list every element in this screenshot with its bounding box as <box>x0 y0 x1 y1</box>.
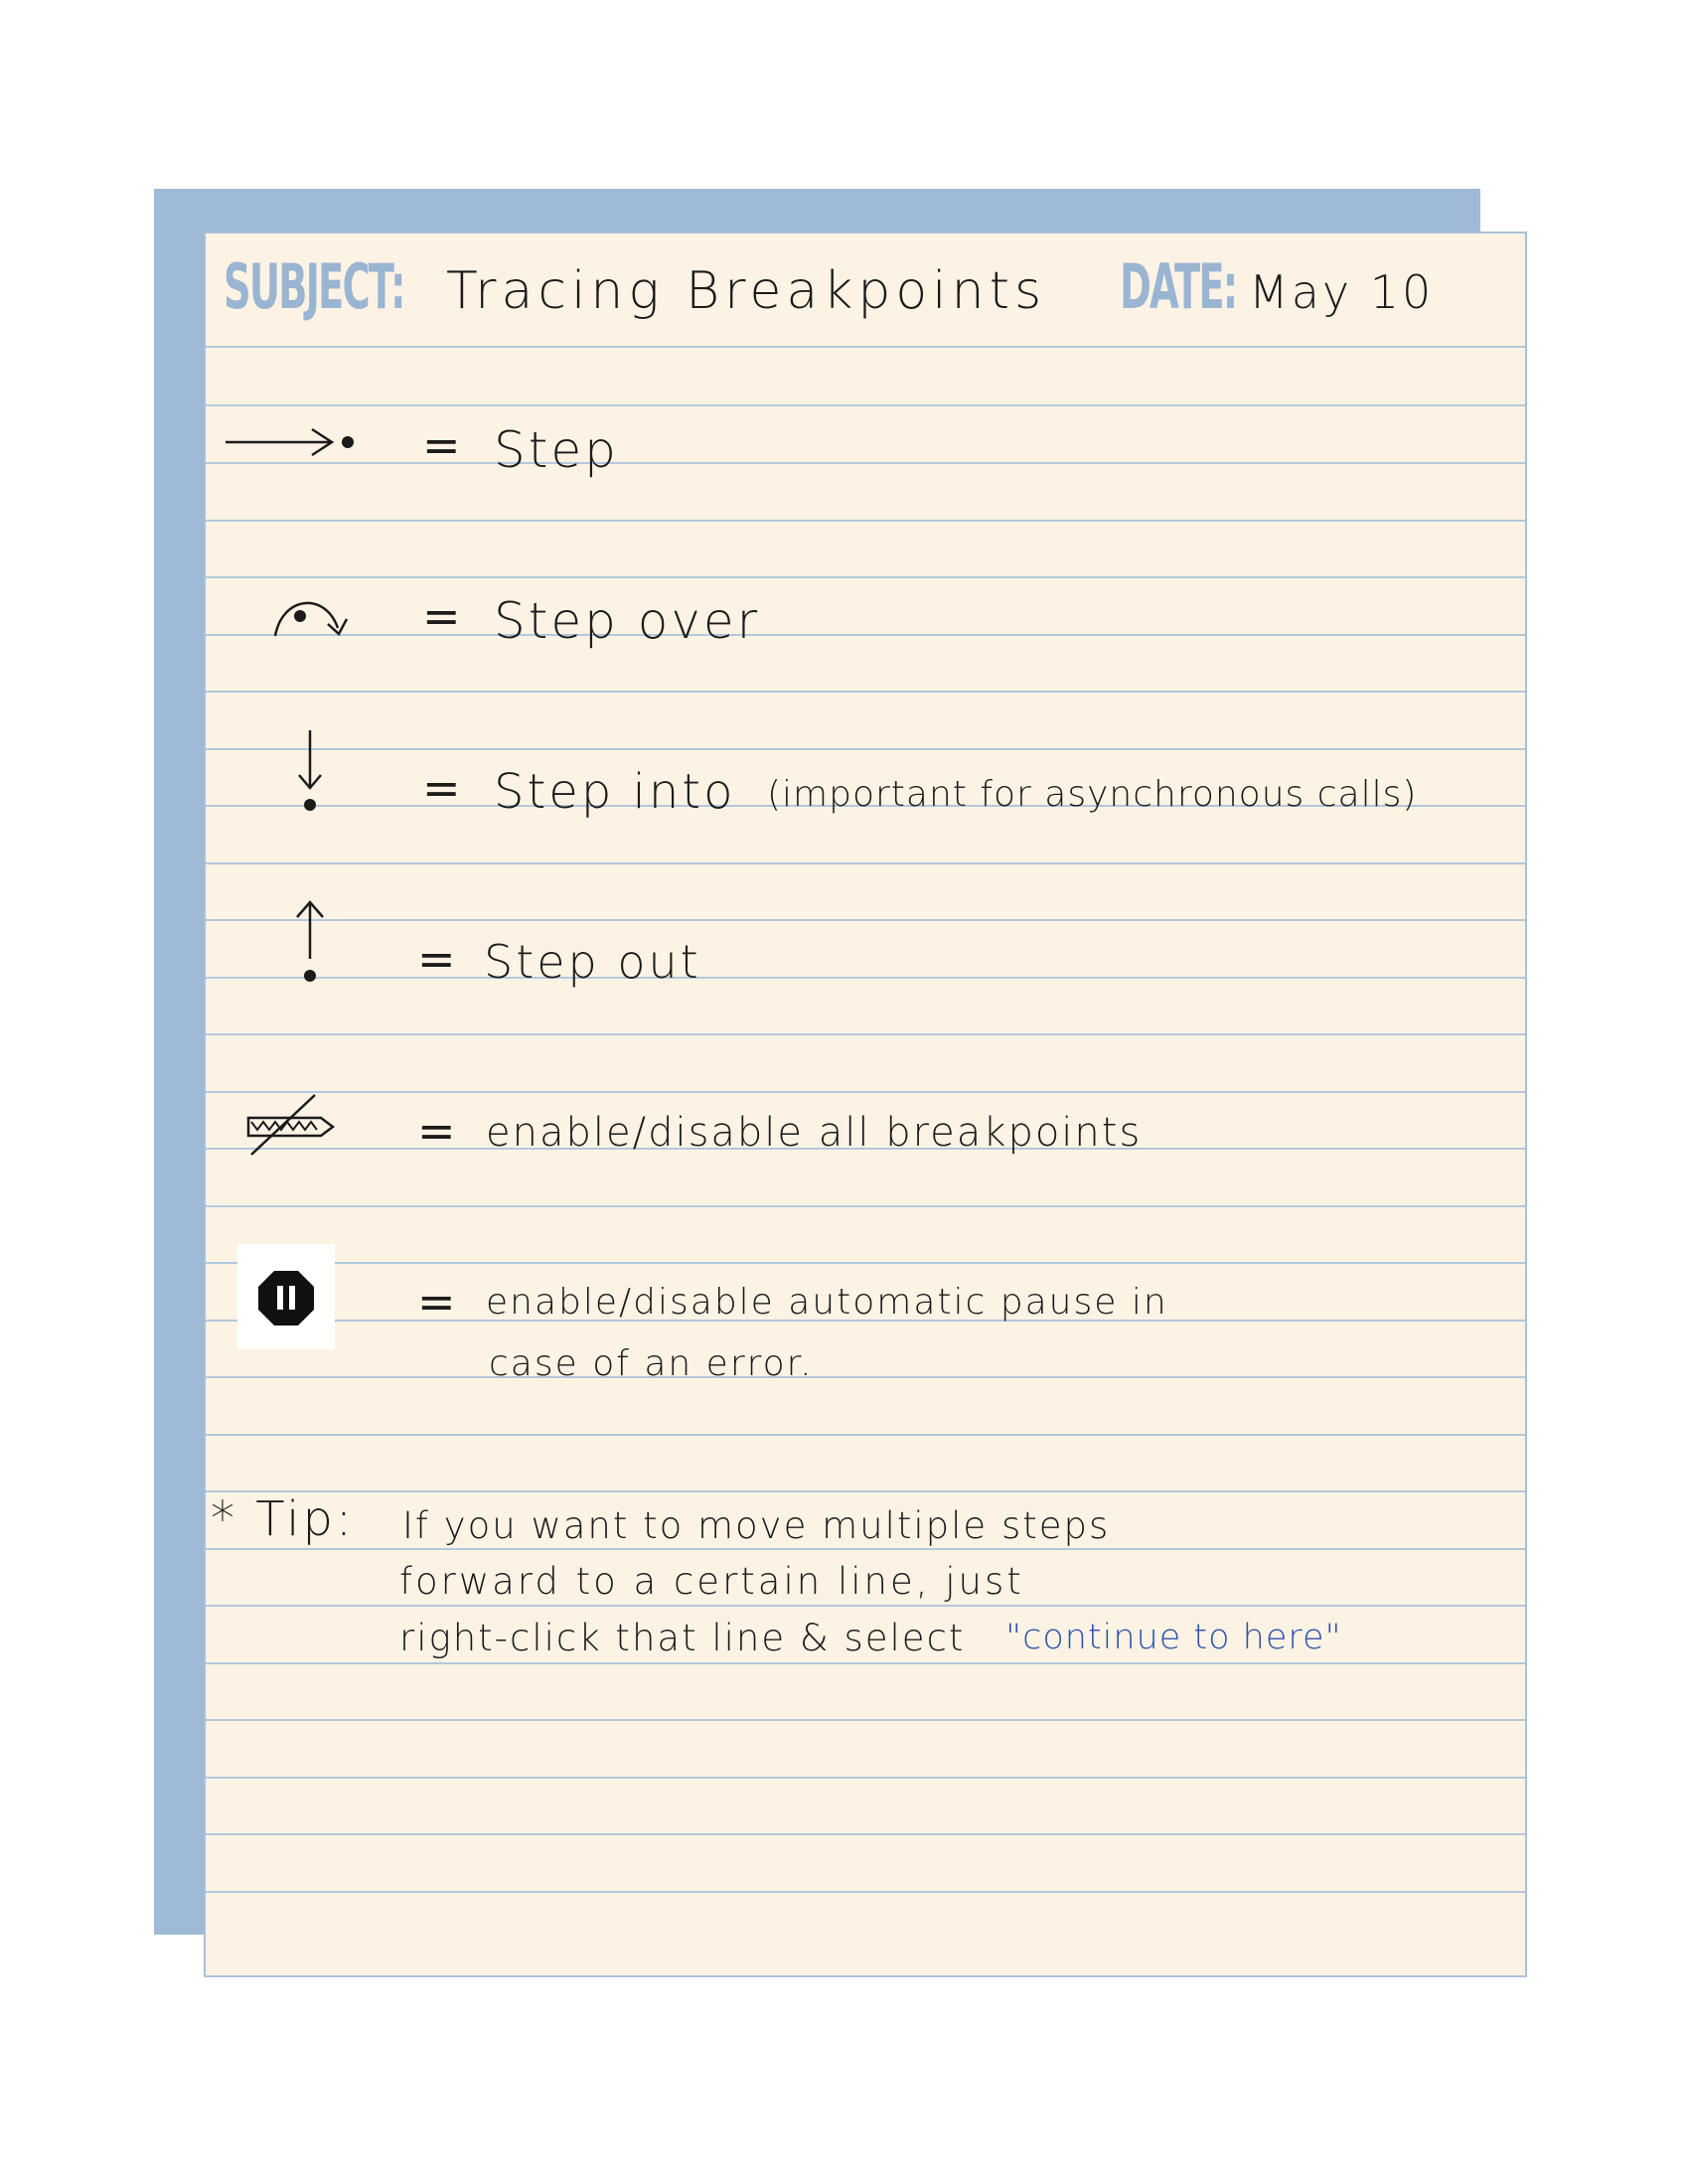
ruled-line <box>206 1548 1525 1550</box>
tip-marker: * Tip: <box>211 1491 356 1547</box>
tip-quote: "continue to here" <box>1005 1618 1342 1657</box>
ruled-line <box>206 1662 1525 1664</box>
ruled-line <box>206 1605 1525 1607</box>
subject-value: Tracing Breakpoints <box>446 261 1047 321</box>
legend-note-step-into: (important for asynchronous calls) <box>767 774 1418 815</box>
ruled-line <box>206 1719 1525 1721</box>
step-icon <box>226 427 354 457</box>
ruled-line <box>206 862 1525 864</box>
ruled-line <box>206 520 1525 522</box>
equals-sign: = <box>417 1104 456 1158</box>
step-out-icon <box>296 900 324 982</box>
legend-label-step-over: Step over <box>494 592 761 650</box>
step-into-icon <box>298 730 322 811</box>
subject-label: SUBJECT: <box>224 250 405 323</box>
ruled-line <box>206 462 1525 464</box>
deactivate-breakpoints-icon <box>246 1094 336 1156</box>
ruled-line <box>206 919 1525 921</box>
legend-label-pause: enable/disable automatic pause in <box>486 1282 1168 1323</box>
ruled-line <box>206 1262 1525 1264</box>
ruled-line <box>206 1376 1525 1378</box>
ruled-line <box>206 1777 1525 1779</box>
pause-on-exceptions-icon <box>237 1244 335 1349</box>
ruled-line <box>206 1205 1525 1207</box>
legend-label-step: Step <box>494 421 619 479</box>
legend-label-breakpoints: enable/disable all breakpoints <box>486 1110 1143 1156</box>
ruled-line <box>206 1091 1525 1093</box>
equals-sign: = <box>422 418 461 472</box>
header-rule <box>206 346 1525 348</box>
ruled-line <box>206 1833 1525 1835</box>
ruled-line <box>206 1434 1525 1436</box>
date-label: DATE: <box>1120 250 1238 323</box>
legend-label-pause-line2: case of an error. <box>489 1343 814 1384</box>
tip-line-2: forward to a certain line, just <box>399 1560 1024 1603</box>
equals-sign: = <box>417 1275 456 1328</box>
legend-label-step-out: Step out <box>484 935 701 989</box>
equals-sign: = <box>422 761 461 815</box>
equals-sign: = <box>417 932 456 986</box>
ruled-line <box>206 576 1525 578</box>
ruled-line <box>206 404 1525 406</box>
ruled-line <box>206 1891 1525 1893</box>
note-card: SUBJECT: Tracing Breakpoints DATE: May 1… <box>204 232 1527 1977</box>
tip-line-3: right-click that line & select <box>399 1617 966 1659</box>
ruled-line <box>206 634 1525 636</box>
ruled-line <box>206 1033 1525 1035</box>
date-value: May 10 <box>1249 265 1435 319</box>
ruled-line <box>206 691 1525 693</box>
ruled-line <box>206 1490 1525 1492</box>
equals-sign: = <box>422 589 461 643</box>
legend-label-step-into: Step into <box>494 764 736 820</box>
tip-line-1: If you want to move multiple steps <box>402 1504 1111 1547</box>
ruled-line <box>206 977 1525 979</box>
ruled-line <box>206 748 1525 750</box>
step-over-icon <box>273 601 349 637</box>
